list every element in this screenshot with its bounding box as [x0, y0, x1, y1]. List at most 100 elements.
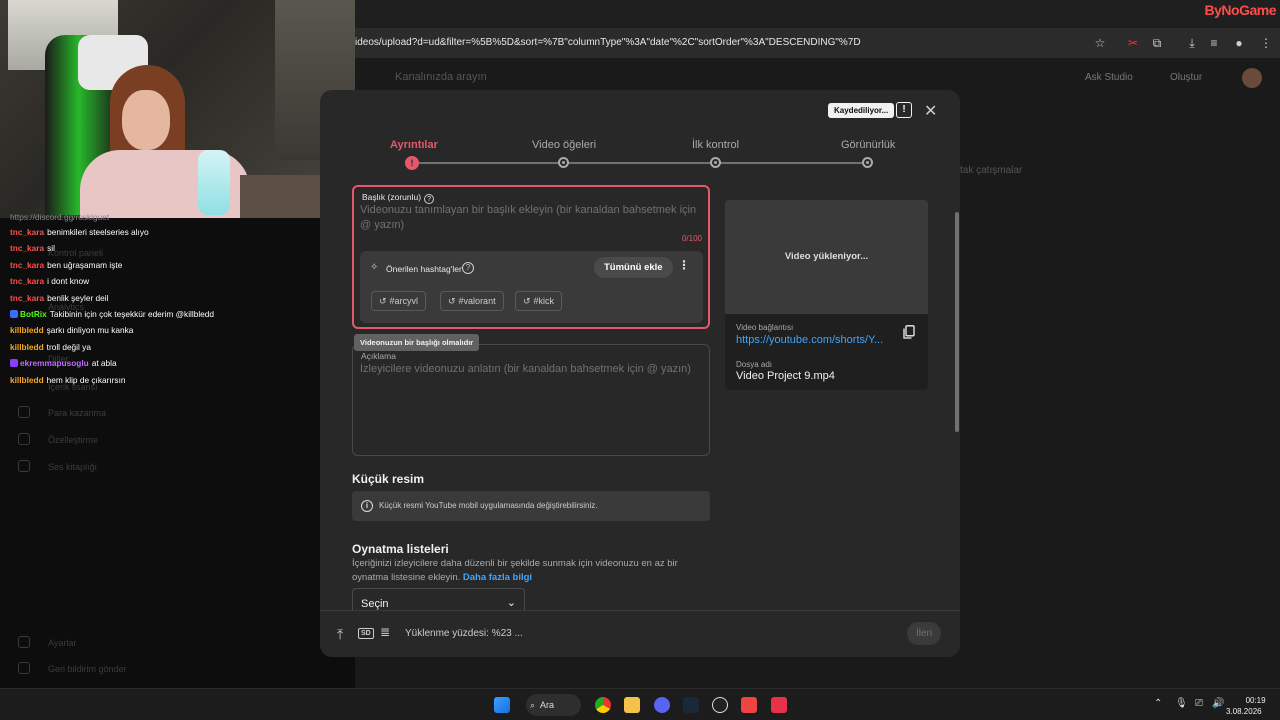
description-input[interactable]	[360, 363, 700, 403]
history-icon: ↺	[448, 296, 456, 306]
chrome-icon[interactable]	[595, 697, 611, 713]
feedback-icon	[18, 662, 30, 674]
sidebar-item-dashboard[interactable]: Kontrol paneli	[48, 248, 103, 258]
network-icon[interactable]: ⎚	[1195, 698, 1203, 709]
ask-studio-button[interactable]: Ask Studio	[1085, 72, 1133, 83]
chat-header-link: https://discord.gg/roskiguet	[10, 212, 110, 222]
step-video-elements[interactable]: Video öğeleri	[532, 139, 596, 151]
step-details-error-icon[interactable]: !	[405, 156, 419, 170]
chat-text: ben uğraşamam işte	[47, 259, 123, 270]
chat-username[interactable]: killbledd	[10, 342, 44, 352]
volume-icon[interactable]: 🔊	[1212, 698, 1224, 709]
sidebar-item-monetization[interactable]: Para kazanma	[48, 408, 106, 418]
video-link[interactable]: https://youtube.com/shorts/Y...	[736, 334, 891, 346]
webcam-person-face	[122, 90, 170, 150]
playlists-description: İçeriğinizi izleyicilere daha düzenli bi…	[352, 557, 692, 585]
file-explorer-icon[interactable]	[624, 697, 640, 713]
scrollbar[interactable]	[955, 212, 959, 432]
step-checks[interactable]: İlk kontrol	[692, 139, 739, 151]
taskbar: ⌕ Ara ⌃ 🎙 ⎚ 🔊 00:19 3.08.2026	[0, 688, 1280, 720]
url-text[interactable]: ideos/upload?d=ud&filter=%5B%5D&sort=%7B…	[355, 37, 861, 48]
hashtag-chip[interactable]: ↺ #kick	[515, 291, 563, 311]
playlist-select[interactable]: Seçin ⌄	[352, 588, 525, 610]
valorant-icon[interactable]	[771, 697, 787, 713]
chat-message: tnc_kara sil	[10, 243, 55, 253]
sd-icon: SD	[358, 628, 374, 639]
avatar[interactable]	[1242, 68, 1262, 88]
studio-search[interactable]: Kanalınızda arayın	[395, 71, 487, 83]
suggested-hashtags: ✧ Önerilen hashtag'ler ? Tümünü ekle ⋮ ↺…	[360, 251, 703, 323]
chat-username[interactable]: killbledd	[10, 325, 44, 335]
windows-start-icon[interactable]	[494, 697, 510, 713]
riot-client-icon[interactable]	[741, 697, 757, 713]
upload-progress: Yüklenme yüzdesi: %23 ...	[405, 628, 523, 639]
title-input[interactable]	[360, 203, 700, 237]
hashtag-chip[interactable]: ↺ #arcyvl	[371, 291, 427, 311]
chat-username[interactable]: tnc_kara	[10, 293, 44, 303]
thumbnail-heading: Küçük resim	[352, 472, 425, 486]
reading-list-icon[interactable]: ≡	[1206, 35, 1222, 51]
saving-badge: Kaydediliyor...	[828, 103, 895, 118]
profile-icon[interactable]: ●	[1231, 35, 1247, 51]
add-all-hashtags-button[interactable]: Tümünü ekle	[594, 257, 673, 278]
chat-username[interactable]: tnc_kara	[10, 227, 44, 237]
step-checks-dot[interactable]	[710, 157, 721, 168]
download-icon[interactable]: ⤓	[1184, 35, 1200, 51]
chat-text: hem klip de çıkarırsın	[46, 374, 126, 385]
chat-username[interactable]: BotRix	[20, 309, 47, 319]
upload-dialog: Kaydediliyor... ! ✕ Ayrıntılar Video öğe…	[320, 90, 960, 657]
step-video-elements-dot[interactable]	[558, 157, 569, 168]
search-icon: ⌕	[530, 700, 536, 710]
next-button[interactable]: İleri	[907, 622, 942, 645]
hashtag-help-icon[interactable]: ?	[462, 262, 474, 274]
browser-menu-icon[interactable]: ⋮	[1258, 35, 1274, 51]
sparkle-icon: ✧	[370, 262, 379, 273]
sidebar-item-audio-library[interactable]: Ses kitaplığı	[48, 462, 97, 472]
chat-username[interactable]: tnc_kara	[10, 243, 44, 253]
microphone-icon[interactable]: 🎙	[1175, 698, 1188, 709]
step-visibility[interactable]: Görünürlük	[841, 139, 895, 151]
hashtag-chip[interactable]: ↺ #valorant	[440, 291, 504, 311]
step-details[interactable]: Ayrıntılar	[390, 139, 438, 151]
step-visibility-dot[interactable]	[862, 157, 873, 168]
chat-message: BotRix Takibinin için çok teşekkür ederim…	[10, 309, 214, 319]
file-name: Video Project 9.mp4	[736, 370, 835, 382]
chat-text: sil	[47, 243, 55, 254]
discord-icon[interactable]	[654, 697, 670, 713]
sidebar-item-customization[interactable]: Özelleştirme	[48, 435, 98, 445]
extensions-icon[interactable]: ⧉	[1149, 35, 1165, 51]
extension-red-icon[interactable]: ✂	[1125, 35, 1141, 51]
clock-time: 00:19	[1245, 696, 1266, 705]
chat-username[interactable]: tnc_kara	[10, 276, 44, 286]
clock[interactable]: 00:19 3.08.2026	[1226, 695, 1266, 717]
studio-sidebar: Kontrol paneli Analytics Diller İçerik l…	[0, 218, 355, 688]
chat-text: Takibinin için çok teşekkür ederim @kill…	[49, 309, 215, 319]
copy-icon[interactable]	[903, 325, 915, 339]
bookmark-star-icon[interactable]: ☆	[1092, 35, 1108, 51]
settings-icon	[18, 636, 30, 648]
upload-icon: ⤒	[337, 626, 344, 642]
steam-icon[interactable]	[683, 697, 699, 713]
conflicts-tab[interactable]: tak çatışmalar	[960, 165, 1022, 176]
obs-icon[interactable]	[712, 697, 728, 713]
create-button[interactable]: Oluştur	[1170, 72, 1202, 83]
subscriber-badge-icon	[10, 359, 18, 368]
sidebar-feedback[interactable]: Geri bildirim gönder	[48, 664, 127, 674]
taskbar-search[interactable]: ⌕ Ara	[526, 694, 581, 716]
description-field[interactable]: Açıklama	[352, 344, 710, 456]
tray-overflow-icon[interactable]: ⌃	[1154, 698, 1162, 709]
chat-text: i dont know	[47, 276, 90, 287]
bot-badge-icon	[10, 310, 18, 318]
more-options-icon[interactable]: ⋮	[678, 258, 690, 272]
address-bar[interactable]: ideos/upload?d=ud&filter=%5B%5D&sort=%7B…	[355, 28, 1280, 58]
chat-username[interactable]: killbledd	[10, 375, 44, 385]
chat-username[interactable]: ekremmapusoglu	[20, 358, 89, 368]
chat-username[interactable]: tnc_kara	[10, 260, 44, 270]
report-icon[interactable]: !	[896, 102, 912, 118]
close-icon[interactable]: ✕	[924, 101, 937, 121]
chat-message: tnc_kara ben uğraşamam işte	[10, 260, 122, 270]
title-field[interactable]: Başlık (zorunlu)? 0/100 ✧ Önerilen hasht…	[352, 185, 710, 329]
hashtag-chip-label: #arcyvl	[389, 296, 419, 306]
learn-more-link[interactable]: Daha fazla bilgi	[463, 572, 532, 583]
sidebar-settings[interactable]: Ayarlar	[48, 638, 76, 648]
